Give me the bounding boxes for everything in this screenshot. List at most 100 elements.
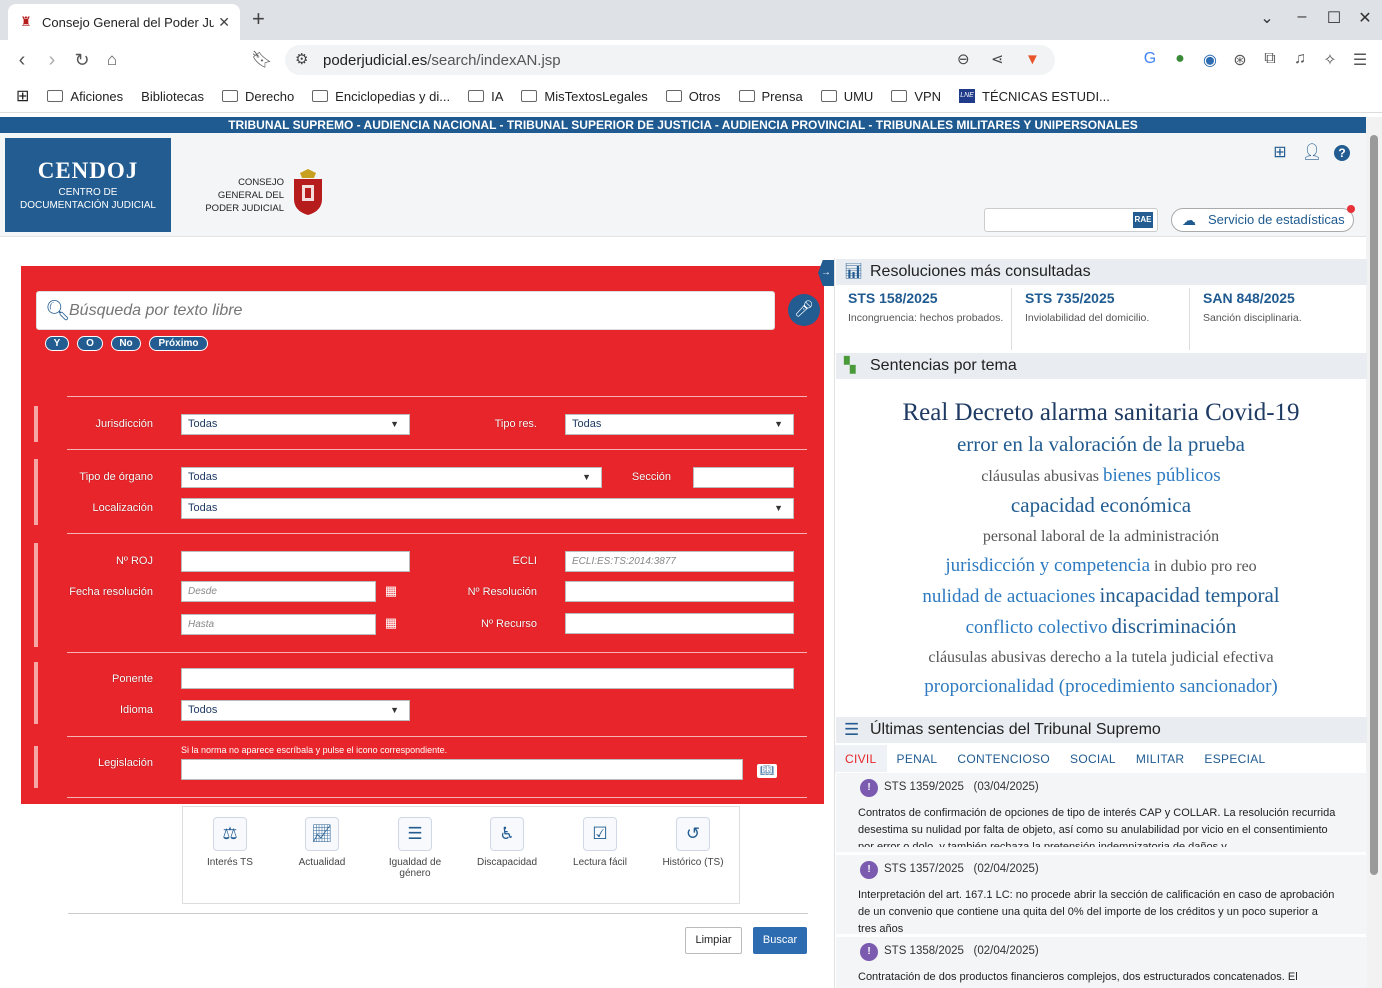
sentence-number[interactable]: STS 1357/2025 <box>884 863 964 875</box>
bookmark-folder[interactable]: Prensa <box>738 89 803 104</box>
sentence-number[interactable]: STS 1359/2025 <box>884 781 964 793</box>
roj-input[interactable] <box>181 551 410 572</box>
bookmark-link[interactable]: LNE TÉCNICAS ESTUDI... <box>959 89 1110 104</box>
sentence-item[interactable]: ! STS 1359/2025 (03/04/2025) Contratos d… <box>836 772 1367 852</box>
ecli-input[interactable]: ECLI:ES:TS:2014:3877 <box>565 551 794 572</box>
zoom-icon[interactable]: ⊖ <box>957 51 970 69</box>
tipo-organo-select[interactable]: Todas ▼ <box>181 467 602 488</box>
add-window-icon[interactable]: ⊞ <box>1270 143 1290 163</box>
free-text-input[interactable] <box>69 300 759 322</box>
brave-shield-icon[interactable]: ▼ <box>1025 51 1040 69</box>
fecha-hasta-input[interactable]: Hasta <box>181 614 376 635</box>
stats-service-button[interactable]: ☁ Servicio de estadísticas <box>1171 205 1355 232</box>
free-text-search[interactable]: 🔍︎ <box>36 291 775 330</box>
reload-icon[interactable]: ↻ <box>70 48 94 72</box>
tipo-res-select[interactable]: Todas ▼ <box>565 414 794 435</box>
consulted-item[interactable]: STS 158/2025 Incongruencia: hechos probad… <box>848 290 1018 326</box>
cgpj-logo-text[interactable]: CONSEJO GENERAL DEL PODER JUDICIAL <box>200 176 284 215</box>
bookmark-folder[interactable]: Enciclopedias y di... <box>312 89 450 104</box>
page-scrollbar[interactable] <box>1366 117 1382 988</box>
topic-tag[interactable]: capacidad económica <box>1011 491 1191 520</box>
tab-penal[interactable]: PENAL <box>887 745 948 773</box>
seccion-input[interactable] <box>693 467 794 488</box>
topic-tag[interactable]: in dubio pro reo <box>1154 552 1257 581</box>
address-bar[interactable]: ⚙ poderjudicial.es/search/indexAN.jsp ⊖ … <box>285 45 1055 75</box>
consulted-id[interactable]: STS 158/2025 <box>848 290 1018 306</box>
operator-y-button[interactable]: Y <box>45 336 69 351</box>
leo-icon[interactable]: ✧ <box>1319 50 1341 70</box>
jurisdiccion-select[interactable]: Todas ▼ <box>181 414 410 435</box>
extension-icon[interactable]: ● <box>1169 50 1191 68</box>
topic-tag[interactable]: Real Decreto alarma sanitaria Covid-19 <box>902 398 1299 427</box>
close-tab-icon[interactable]: ✕ <box>218 14 230 31</box>
bookmark-folder[interactable]: Otros <box>665 89 721 104</box>
legislacion-input[interactable] <box>181 759 743 780</box>
bookmark-folder[interactable]: Aficiones <box>47 89 123 104</box>
topic-tag[interactable]: error en la valoración de la prueba <box>957 430 1245 459</box>
extension-gear-icon[interactable]: ⊛ <box>1229 50 1251 70</box>
rae-button[interactable]: RAE <box>1133 212 1153 228</box>
filter-lectura-facil[interactable]: ☑ Lectura fácil <box>562 817 638 868</box>
filter-historico-ts[interactable]: ↺ Histórico (TS) <box>655 817 731 868</box>
home-icon[interactable]: ⌂ <box>100 48 124 72</box>
apps-icon[interactable]: ⊞ <box>16 86 29 106</box>
translate-extension-icon[interactable]: G <box>1139 50 1161 68</box>
filter-actualidad[interactable]: 📈︎ Actualidad <box>284 817 360 868</box>
minimize-icon[interactable]: – <box>1291 8 1313 26</box>
n-recurso-input[interactable] <box>565 613 794 634</box>
ponente-input[interactable] <box>181 668 794 689</box>
consulted-id[interactable]: SAN 848/2025 <box>1203 290 1373 306</box>
close-window-icon[interactable]: ✕ <box>1354 8 1376 28</box>
localizacion-select[interactable]: Todas ▼ <box>181 498 794 519</box>
clear-button[interactable]: Limpiar <box>685 927 742 954</box>
operator-o-button[interactable]: O <box>77 336 103 351</box>
topic-tag[interactable]: cláusulas abusivas <box>928 643 1046 672</box>
idioma-select[interactable]: Todos ▼ <box>181 700 410 721</box>
user-icon[interactable]: 👤︎ <box>1302 143 1322 163</box>
consulted-item[interactable]: SAN 848/2025 Sanción disciplinaria. <box>1203 290 1373 326</box>
n-resolucion-input[interactable] <box>565 581 794 602</box>
topic-tag[interactable]: jurisdicción y competencia <box>945 551 1150 580</box>
bookmark-folder[interactable]: MisTextosLegales <box>521 89 648 104</box>
filter-igualdad-genero[interactable]: ☰ Igualdad de género <box>377 817 453 879</box>
topic-tag[interactable]: nulidad de actuaciones <box>922 582 1095 611</box>
calendar-icon[interactable]: ▦ <box>383 615 399 631</box>
tab-civil[interactable]: CIVIL <box>835 745 887 773</box>
sentence-item[interactable]: ! STS 1358/2025 (02/04/2025) Contratació… <box>836 936 1367 988</box>
topic-tag[interactable]: conflicto colectivo <box>966 613 1108 642</box>
rae-search-input[interactable]: RAE <box>984 208 1158 232</box>
maximize-icon[interactable]: ☐ <box>1323 8 1345 28</box>
operator-no-button[interactable]: No <box>111 336 141 351</box>
operator-proximo-button[interactable]: Próximo <box>149 336 208 351</box>
filter-discapacidad[interactable]: ♿︎ Discapacidad <box>469 817 545 868</box>
fecha-desde-input[interactable]: Desde <box>181 581 376 602</box>
menu-icon[interactable]: ☰ <box>1349 50 1371 70</box>
calendar-icon[interactable]: ▦ <box>383 583 399 599</box>
topic-tag[interactable]: incapacidad temporal <box>1099 581 1279 610</box>
puzzle-icon[interactable]: ⧉ <box>1259 50 1281 68</box>
zoom-extension-icon[interactable]: ◉ <box>1199 50 1221 70</box>
bookmark-folder[interactable]: VPN <box>891 89 941 104</box>
microphone-icon[interactable]: 🎤︎ <box>788 294 820 326</box>
bookmark-folder[interactable]: Bibliotecas <box>141 89 204 104</box>
topic-tag[interactable]: cláusulas abusivas <box>981 462 1099 491</box>
media-icon[interactable]: ♫ <box>1289 50 1311 68</box>
help-icon[interactable]: ? <box>1334 145 1350 161</box>
site-info-icon[interactable]: ⚙ <box>295 51 308 69</box>
consulted-item[interactable]: STS 735/2025 Inviolabilidad del domicilio… <box>1025 290 1195 326</box>
consulted-id[interactable]: STS 735/2025 <box>1025 290 1195 306</box>
book-icon[interactable]: 📖︎ <box>757 764 777 778</box>
tab-contencioso[interactable]: CONTENCIOSO <box>947 745 1060 773</box>
scrollbar-thumb[interactable] <box>1370 135 1378 875</box>
tab-list-icon[interactable]: ⌄ <box>1256 8 1278 28</box>
filter-interes-ts[interactable]: ⚖ Interés TS <box>192 817 268 868</box>
topic-tag[interactable]: bienes públicos <box>1103 461 1221 490</box>
topic-tag[interactable]: derecho a la tutela judicial efectiva <box>1050 643 1273 672</box>
topic-tag[interactable]: proporcionalidad (procedimiento sanciona… <box>924 672 1278 701</box>
share-icon[interactable]: ⋖ <box>991 51 1004 69</box>
back-icon[interactable]: ‹ <box>10 48 34 72</box>
browser-tab[interactable]: ♜ Consejo General del Poder Judicial ✕ <box>8 4 240 40</box>
cendoj-logo[interactable]: CENDOJ CENTRO DE DOCUMENTACIÓN JUDICIAL <box>5 138 171 232</box>
sentence-item[interactable]: ! STS 1357/2025 (02/04/2025) Interpretac… <box>836 854 1367 935</box>
bookmark-folder[interactable]: UMU <box>820 89 873 104</box>
